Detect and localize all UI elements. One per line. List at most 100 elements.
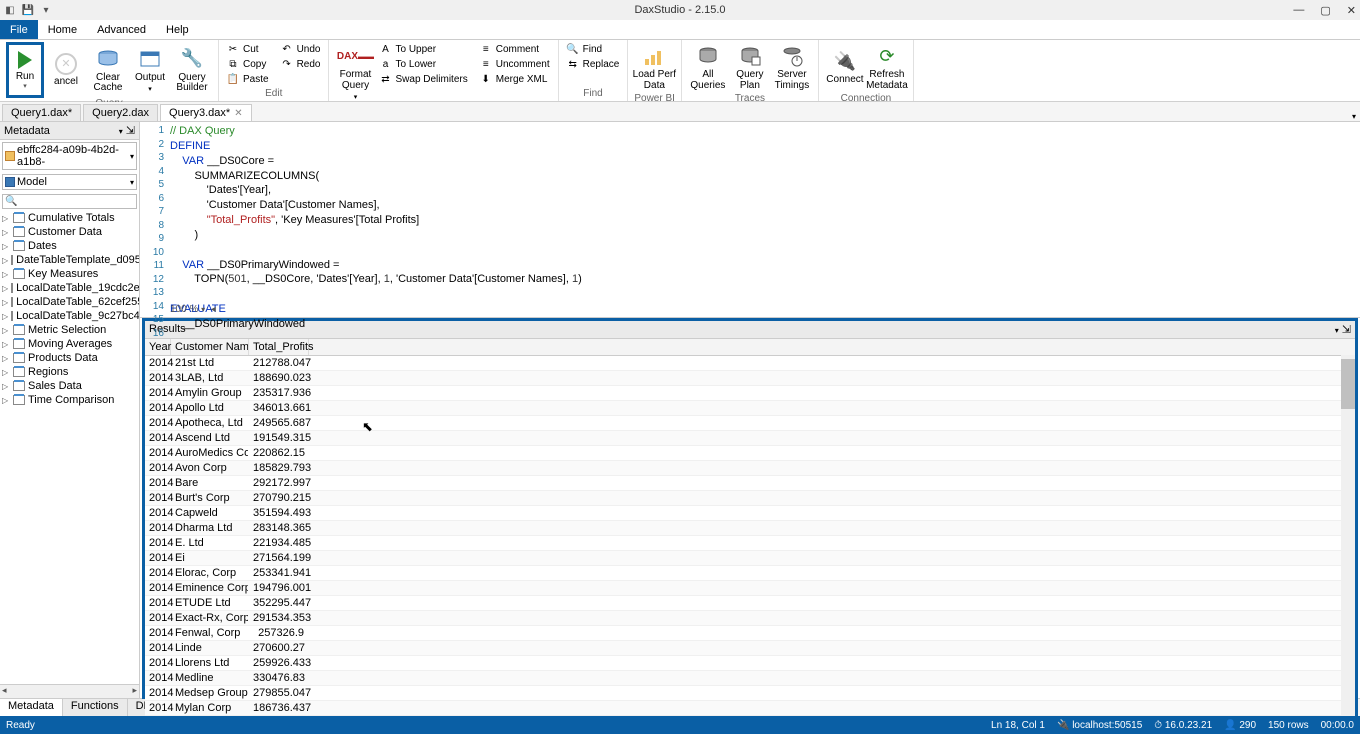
cut-button[interactable]: ✂Cut	[225, 42, 271, 56]
table-row[interactable]: 2014Ascend Ltd191549.315	[145, 431, 1355, 446]
tab-query1[interactable]: Query1.dax*	[2, 104, 81, 121]
menu-help[interactable]: Help	[156, 20, 199, 39]
qa-icon-app[interactable]: ◧	[2, 2, 18, 18]
table-row[interactable]: 2014Mylan Corp186736.437	[145, 701, 1355, 716]
table-row[interactable]: 2014Elorac, Corp253341.941	[145, 566, 1355, 581]
tree-item[interactable]: ▷Products Data	[0, 351, 139, 365]
tab-query3[interactable]: Query3.dax*✕	[160, 104, 252, 121]
metadata-tree[interactable]: ▷Cumulative Totals▷Customer Data▷Dates▷D…	[0, 211, 139, 684]
tree-item[interactable]: ▷Time Comparison	[0, 393, 139, 407]
query-plan-button[interactable]: Query Plan	[730, 42, 770, 93]
table-row[interactable]: 2014Medline330476.83	[145, 671, 1355, 686]
close-icon[interactable]: ✕	[234, 108, 242, 119]
menu-home[interactable]: Home	[38, 20, 87, 39]
qa-icon-chev[interactable]: ▾	[38, 2, 54, 18]
v-scrollbar[interactable]	[1341, 355, 1355, 716]
replace-button[interactable]: ⇆Replace	[565, 57, 622, 71]
qa-icon-save[interactable]: 💾	[20, 2, 36, 18]
output-button[interactable]: Output▾	[130, 42, 170, 98]
menu-advanced[interactable]: Advanced	[87, 20, 156, 39]
undo-icon: ↶	[281, 43, 293, 55]
table-row[interactable]: 2014Avon Corp185829.793	[145, 461, 1355, 476]
table-row[interactable]: 2014Fenwal, Corp257326.9	[145, 626, 1355, 641]
table-row[interactable]: 2014E. Ltd221934.485	[145, 536, 1355, 551]
results-grid[interactable]: Year Customer Names Total_Profits 201421…	[145, 339, 1355, 716]
paste-button[interactable]: 📋Paste	[225, 72, 271, 86]
all-queries-button[interactable]: All Queries	[688, 42, 728, 93]
undo-button[interactable]: ↶Undo	[279, 42, 323, 56]
tree-item[interactable]: ▷Regions	[0, 365, 139, 379]
close-button[interactable]: ✕	[1347, 4, 1356, 17]
grid-header[interactable]: Year Customer Names Total_Profits	[145, 339, 1355, 356]
database-combo[interactable]: ebffc284-a09b-4b2d-a1b8-▾	[2, 142, 137, 170]
table-row[interactable]: 2014Exact-Rx, Corp291534.353	[145, 611, 1355, 626]
clear-cache-button[interactable]: Clear Cache	[88, 42, 128, 98]
table-row[interactable]: 2014ETUDE Ltd352295.447	[145, 596, 1355, 611]
tree-item[interactable]: ▷LocalDateTable_9c27bc4b-	[0, 309, 139, 323]
tree-item[interactable]: ▷Metric Selection	[0, 323, 139, 337]
upper-button[interactable]: ATo Upper	[377, 42, 469, 56]
table-row[interactable]: 2014Linde270600.27	[145, 641, 1355, 656]
search-input[interactable]: 🔍	[2, 194, 137, 209]
find-button[interactable]: 🔍Find	[565, 42, 622, 56]
table-row[interactable]: 2014Eminence Corp194796.001	[145, 581, 1355, 596]
group-find: Find	[565, 88, 622, 99]
maximize-button[interactable]: ▢	[1320, 4, 1330, 17]
refresh-button[interactable]: ⟳Refresh Metadata	[867, 42, 907, 93]
tree-item[interactable]: ▷DateTableTemplate_d095fb	[0, 253, 139, 267]
tree-item[interactable]: ▷LocalDateTable_19cdc2e1-	[0, 281, 139, 295]
perf-icon	[642, 44, 666, 68]
table-row[interactable]: 20143LAB, Ltd188690.023	[145, 371, 1355, 386]
table-row[interactable]: 2014Amylin Group235317.936	[145, 386, 1355, 401]
table-row[interactable]: 2014Apotheca, Ltd249565.687	[145, 416, 1355, 431]
tree-item[interactable]: ▷Cumulative Totals	[0, 211, 139, 225]
cancel-button[interactable]: ✕ ancel	[46, 42, 86, 98]
copy-icon: ⧉	[227, 58, 239, 70]
code-editor[interactable]: 123456789101112131415161718 // DAX Query…	[140, 122, 1360, 318]
btab-metadata[interactable]: Metadata	[0, 699, 63, 716]
model-combo[interactable]: Model▾	[2, 174, 137, 190]
tree-item[interactable]: ▷Sales Data	[0, 379, 139, 393]
run-button[interactable]: Run ▾	[6, 42, 44, 98]
table-row[interactable]: 2014AuroMedics Corp220862.15	[145, 446, 1355, 461]
table-row[interactable]: 2014Capweld351594.493	[145, 506, 1355, 521]
tree-item[interactable]: ▷Dates	[0, 239, 139, 253]
btab-functions[interactable]: Functions	[63, 699, 128, 716]
results-panel: Results▾ ⇲ Year Customer Names Total_Pro…	[142, 318, 1358, 719]
tab-query2[interactable]: Query2.dax	[83, 104, 158, 121]
minimize-button[interactable]: —	[1293, 4, 1304, 17]
comment-button[interactable]: ≡Comment	[478, 42, 552, 56]
tab-overflow-icon[interactable]: ▾	[1352, 112, 1356, 121]
table-row[interactable]: 2014Burt's Corp270790.215	[145, 491, 1355, 506]
line-gutter: 123456789101112131415161718	[140, 122, 170, 317]
format-query-button[interactable]: DAX▬▬ Format Query▾	[335, 42, 375, 103]
server-timings-button[interactable]: Server Timings	[772, 42, 812, 93]
swap-button[interactable]: ⇄Swap Delimiters	[377, 72, 469, 86]
h-scrollbar[interactable]: ◂▸	[0, 684, 139, 698]
tree-item[interactable]: ▷LocalDateTable_62cef255-0	[0, 295, 139, 309]
tree-item[interactable]: ▷Key Measures	[0, 267, 139, 281]
table-row[interactable]: 2014Medsep Group279855.047	[145, 686, 1355, 701]
table-row[interactable]: 2014Ei271564.199	[145, 551, 1355, 566]
lower-button[interactable]: aTo Lower	[377, 57, 469, 71]
table-row[interactable]: 2014Apollo Ltd346013.661	[145, 401, 1355, 416]
lower-icon: a	[379, 58, 391, 70]
merge-button[interactable]: ⬇Merge XML	[478, 72, 552, 86]
table-row[interactable]: 201421st Ltd212788.047	[145, 356, 1355, 371]
tree-item[interactable]: ▷Moving Averages	[0, 337, 139, 351]
connect-button[interactable]: 🔌Connect	[825, 42, 865, 93]
code-content[interactable]: // DAX Query DEFINE VAR __DS0Core = SUMM…	[170, 122, 1360, 317]
copy-button[interactable]: ⧉Copy	[225, 57, 271, 71]
metadata-header[interactable]: Metadata▾ ⇲	[0, 122, 139, 140]
redo-button[interactable]: ↷Redo	[279, 57, 323, 71]
uncomment-button[interactable]: ≡Uncomment	[478, 57, 552, 71]
load-perf-button[interactable]: Load Perf Data	[634, 42, 674, 93]
menu-file[interactable]: File	[0, 20, 38, 39]
table-row[interactable]: 2014Llorens Ltd259926.433	[145, 656, 1355, 671]
tree-item[interactable]: ▷Customer Data	[0, 225, 139, 239]
table-row[interactable]: 2014Bare292172.997	[145, 476, 1355, 491]
zoom-level[interactable]: 100 %	[170, 304, 198, 315]
table-row[interactable]: 2014Dharma Ltd283148.365	[145, 521, 1355, 536]
query-builder-button[interactable]: 🔧 Query Builder	[172, 42, 212, 98]
status-ver: 16.0.23.21	[1165, 720, 1212, 731]
